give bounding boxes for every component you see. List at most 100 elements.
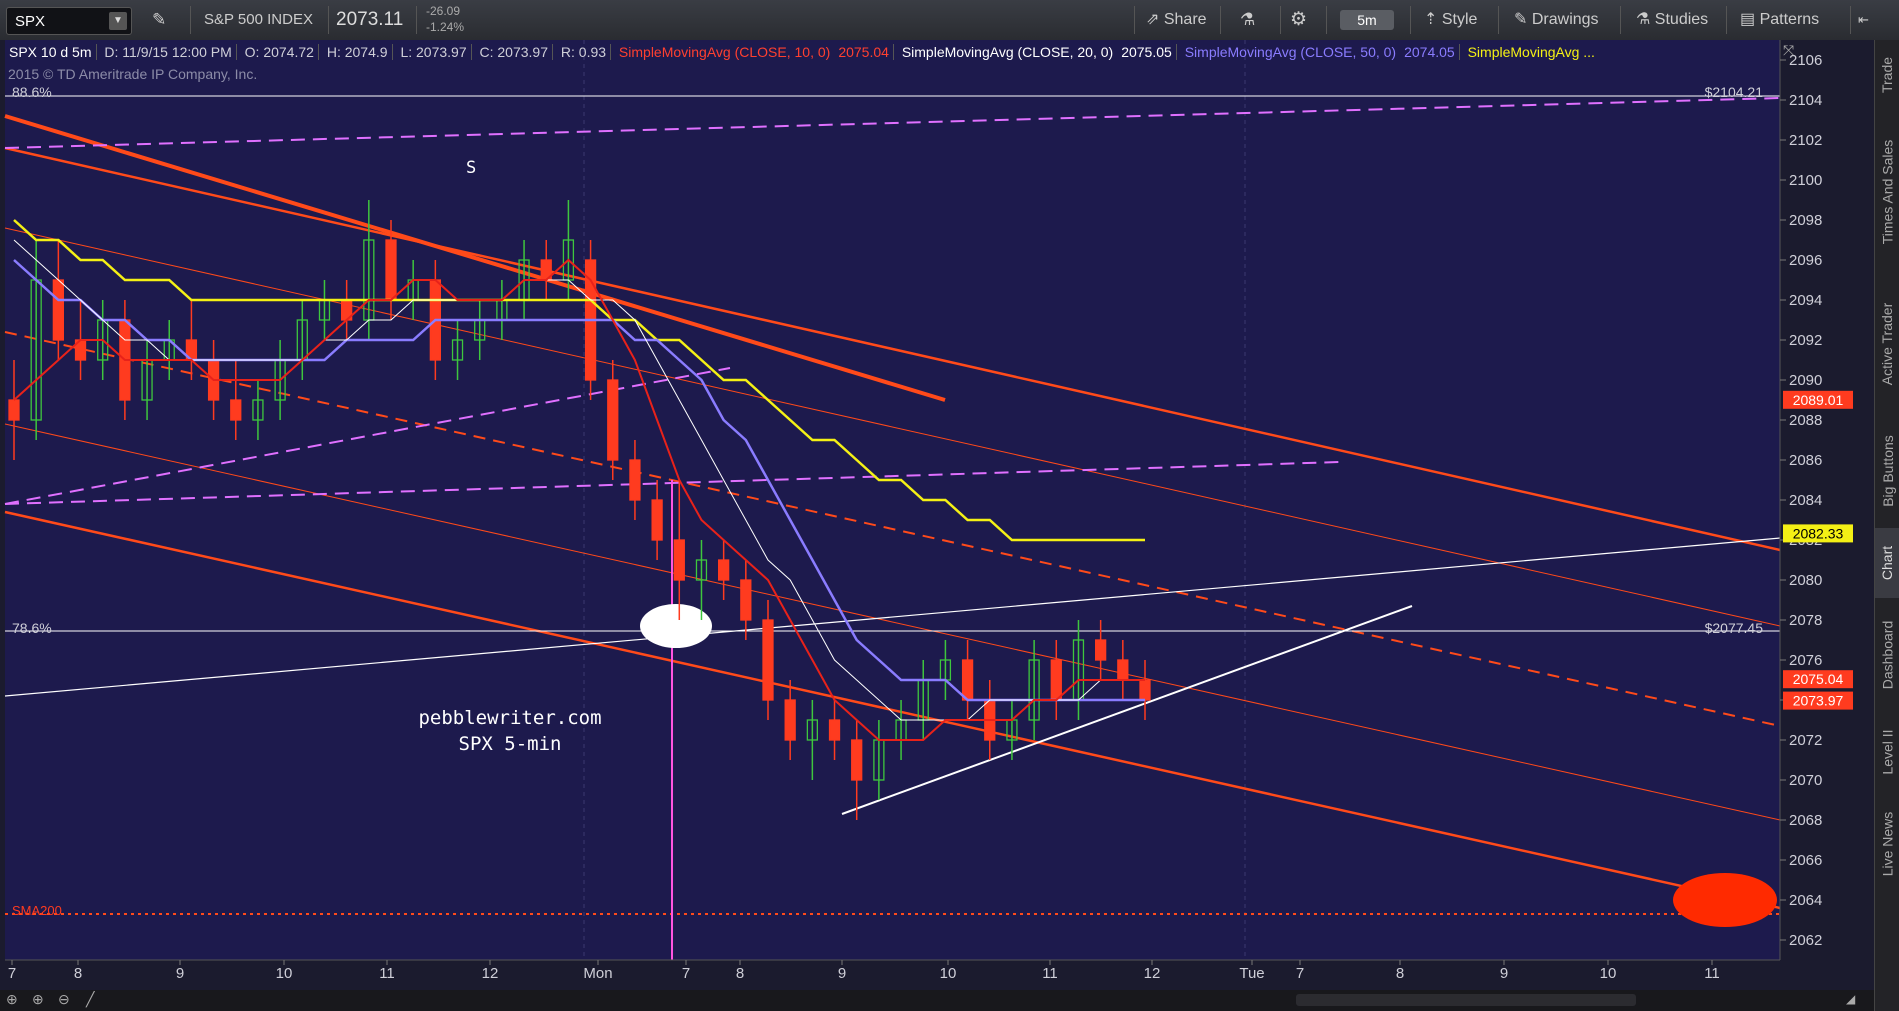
y-tick-label: 2084 [1789,492,1822,509]
sma20-label[interactable]: SimpleMovingAvg (CLOSE, 20, 0) [898,44,1117,60]
fib-786-label: 78.6% [12,620,52,636]
patterns-button[interactable]: ▤ Patterns [1740,0,1819,40]
price-tag-label: 2073.97 [1793,693,1844,709]
x-tick-label: 10 [940,965,957,982]
y-tick-label: 2096 [1789,252,1822,269]
bar-close: C: 2073.97 [475,44,553,60]
x-tick-label: 12 [1144,965,1161,982]
candle-body [784,699,796,741]
watermark-line-2: SPX 5-min [459,733,562,755]
candle-body [1050,659,1062,701]
y-tick-label: 2072 [1789,732,1822,749]
symbol-text: SPX [15,13,46,30]
price-chart[interactable]: 2062206420662068207020722074207620782080… [0,40,1874,990]
horizontal-scrollbar[interactable] [1296,994,1636,1006]
y-tick-label: 2064 [1789,892,1822,909]
sma-more-label[interactable]: SimpleMovingAvg ... [1464,44,1599,60]
tab-live-news[interactable]: Live News [1875,794,1899,894]
studies-icon: ⚗ [1636,11,1651,28]
y-tick-label: 2086 [1789,452,1822,469]
x-tick-label: 11 [1704,965,1720,982]
draw-line-icon[interactable]: ╱ [86,991,94,1008]
candle-body [718,559,730,581]
y-tick-label: 2092 [1789,332,1822,349]
tab-chart[interactable]: Chart [1875,528,1899,598]
toolbar: SPX ▼ ✎ S&P 500 INDEX 2073.11 -26.09 -1.… [0,0,1899,41]
candle-body [762,619,774,701]
bar-date: D: 11/9/15 12:00 PM [100,44,237,60]
candle-body [740,579,752,621]
price-tag-label: 2089.01 [1793,392,1844,408]
y-tick-label: 2100 [1789,172,1822,189]
symbol-selector[interactable]: SPX ▼ [6,7,132,35]
fib-886-label: 88.6% [12,84,52,100]
sma50-label[interactable]: SimpleMovingAvg (CLOSE, 50, 0) [1181,44,1400,60]
candle-body [52,279,64,341]
target-oval-marker [1673,873,1777,927]
link-icon[interactable]: ✎ [152,0,166,40]
index-name: S&P 500 INDEX [204,11,313,28]
tab-trade[interactable]: Trade [1875,40,1899,110]
copyright: 2015 © TD Ameritrade IP Company, Inc. [8,66,258,82]
style-label: Style [1441,11,1478,28]
candle-body [1095,639,1107,661]
style-button[interactable]: ⇡ Style [1424,0,1477,40]
y-tick-label: 2102 [1789,132,1822,149]
resize-handle-icon[interactable]: ◢ [1846,992,1855,1006]
x-tick-label: 9 [838,965,846,982]
y-tick-label: 2088 [1789,412,1822,429]
collapse-icon[interactable]: ⇤ [1858,0,1869,40]
price-change: -26.09 [426,4,461,18]
flask-icon[interactable]: ⚗ [1240,0,1255,40]
bar-open: O: 2074.72 [240,44,319,60]
drawings-label: Drawings [1531,11,1599,28]
x-tick-label: Tue [1239,965,1264,982]
tab-times-and-sales[interactable]: Times And Sales [1875,112,1899,272]
y-tick-label: 2062 [1789,932,1822,949]
candle-body [1139,679,1151,701]
price-tag-label: 2082.33 [1793,525,1844,541]
tab-active-trader[interactable]: Active Trader [1875,274,1899,414]
x-tick-label: 8 [736,965,744,982]
studies-button[interactable]: ⚗ Studies [1636,0,1708,40]
y-tick-label: 2104 [1789,92,1822,109]
candle-body [961,659,974,701]
x-tick-label: 11 [1042,965,1058,982]
candle-body [651,499,663,541]
sma20-value: 2075.05 [1117,44,1177,60]
fib-786-price-label: $2077.45 [1705,620,1764,636]
candle-body [851,739,863,781]
sma10-label[interactable]: SimpleMovingAvg (CLOSE, 10, 0) [615,44,834,60]
candle-body [385,239,397,301]
y-tick-label: 2068 [1789,812,1822,829]
zoom-out-icon[interactable]: ⊖ [58,991,70,1008]
right-sidebar-tabs: Trade Times And Sales Active Trader Big … [1874,40,1899,1011]
drawings-button[interactable]: ✎ Drawings [1514,0,1599,40]
expand-icon[interactable]: ⤧ [1783,42,1794,59]
patterns-label: Patterns [1759,11,1820,28]
pencil-icon: ✎ [1514,11,1528,28]
tab-level-ii[interactable]: Level II [1875,712,1899,792]
plot-area [5,40,1780,960]
studies-label: Studies [1654,11,1709,28]
interval-button[interactable]: 5m [1340,10,1394,30]
share-button[interactable]: ⇗ Share [1146,0,1207,40]
tab-big-buttons[interactable]: Big Buttons [1875,416,1899,526]
style-icon: ⇡ [1424,11,1438,28]
chart-nav-bar: ⊕ ⊕ ⊖ ╱ ◢ [0,990,1874,1011]
y-tick-label: 2094 [1789,292,1822,309]
tab-dashboard[interactable]: Dashboard [1875,600,1899,710]
gear-icon[interactable]: ⚙ [1290,0,1307,40]
candle-body [1117,659,1129,681]
x-tick-label: 8 [1396,965,1404,982]
y-tick-label: 2098 [1789,212,1822,229]
chevron-down-icon[interactable]: ▼ [109,12,127,30]
y-tick-label: 2090 [1789,372,1822,389]
sma50-value: 2074.05 [1400,44,1460,60]
y-tick-label: 2078 [1789,612,1822,629]
sma10-value: 2075.04 [834,44,894,60]
zoom-in-icon[interactable]: ⊕ [32,991,44,1008]
x-tick-label: 10 [276,965,293,982]
crosshair-icon[interactable]: ⊕ [6,991,18,1008]
candle-body [8,399,20,421]
